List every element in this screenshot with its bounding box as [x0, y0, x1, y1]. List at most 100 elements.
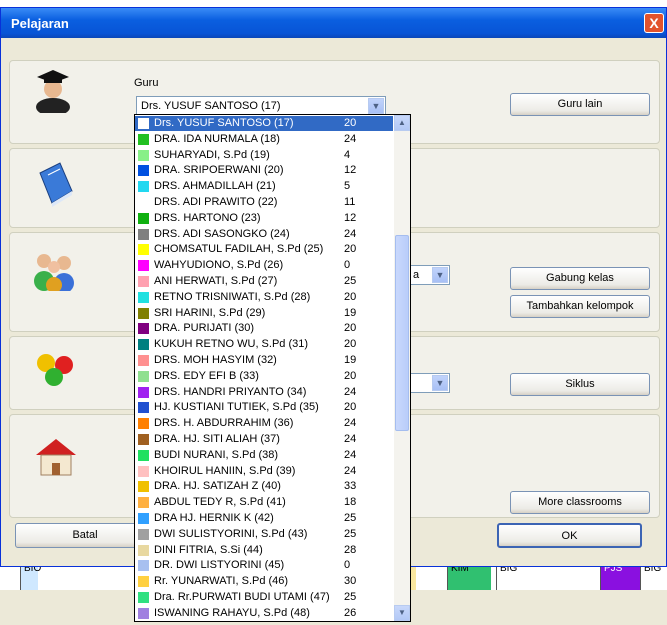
teacher-name: RETNO TRISNIWATI, S.Pd (28) — [154, 290, 311, 303]
teacher-count: 25 — [344, 512, 357, 524]
teacher-count: 25 — [344, 275, 357, 287]
teacher-option[interactable]: DRS. EDY EFI B (33) 20 — [135, 369, 393, 384]
teacher-name: DRS. EDY EFI B (33) — [154, 369, 259, 382]
class-combo[interactable]: a ▼ — [408, 265, 450, 285]
guru-lain-button[interactable]: Guru lain — [510, 93, 650, 116]
guru-label: Guru — [134, 77, 159, 89]
teacher-count: 24 — [344, 385, 357, 398]
teacher-option[interactable]: DRA HJ. HERNIK K (42) 25 — [135, 511, 393, 526]
teacher-option[interactable]: DRS. H. ABDURRAHIM (36) 24 — [135, 416, 393, 431]
color-swatch — [138, 560, 149, 572]
color-swatch — [138, 576, 149, 588]
teacher-count: 20 — [344, 338, 357, 351]
color-swatch — [138, 165, 149, 177]
more-classrooms-button[interactable]: More classrooms — [510, 491, 650, 514]
scroll-down-icon[interactable]: ▼ — [394, 605, 410, 621]
teacher-name: DRA. HJ. SITI ALIAH (37) — [154, 433, 280, 445]
color-swatch — [138, 244, 149, 256]
teacher-count: 19 — [344, 306, 357, 319]
teacher-name: Drs. YUSUF SANTOSO (17) — [154, 117, 294, 129]
teacher-count: 24 — [344, 433, 357, 445]
teacher-count: 24 — [344, 448, 357, 461]
teacher-option[interactable]: HJ. KUSTIANI TUTIEK, S.Pd (35) 20 — [135, 400, 393, 415]
teacher-option[interactable]: Rr. YUNARWATI, S.Pd (46) 30 — [135, 574, 393, 589]
teacher-option[interactable]: DWI SULISTYORINI, S.Pd (43) 25 — [135, 527, 393, 542]
teacher-count: 20 — [344, 243, 357, 256]
teacher-name: DRS. H. ABDURRAHIM (36) — [154, 417, 294, 430]
teacher-count: 24 — [344, 132, 357, 145]
teacher-option[interactable]: Dra. Rr.PURWATI BUDI UTAMI (47) 25 — [135, 590, 393, 605]
teacher-option[interactable]: DRA. PURIJATI (30) 20 — [135, 321, 393, 336]
teacher-count: 19 — [344, 354, 357, 366]
color-swatch — [138, 260, 149, 272]
teacher-option[interactable]: DRS. MOH HASYIM (32) 19 — [135, 353, 393, 368]
gabung-kelas-button[interactable]: Gabung kelas — [510, 267, 650, 290]
teacher-option[interactable]: DRS. ADI SASONGKO (24) 24 — [135, 227, 393, 242]
teacher-option[interactable]: KUKUH RETNO WU, S.Pd (31) 20 — [135, 337, 393, 352]
teacher-option[interactable]: Drs. YUSUF SANTOSO (17) 20 — [135, 116, 393, 131]
color-swatch — [138, 528, 149, 540]
teacher-option[interactable]: DR. DWI LISTYORINI (45) 0 — [135, 558, 393, 573]
graduate-icon — [36, 70, 70, 113]
teacher-option[interactable]: DRA. SRIPOERWANI (20) 12 — [135, 163, 393, 178]
teacher-name: BUDI NURANI, S.Pd (38) — [154, 448, 279, 461]
title-bar[interactable]: Pelajaran X — [1, 8, 666, 38]
color-swatch — [138, 339, 149, 351]
guru-combo[interactable]: Drs. YUSUF SANTOSO (17) ▼ — [136, 96, 386, 116]
teacher-option[interactable]: DRA. HJ. SATIZAH Z (40) 33 — [135, 479, 393, 494]
scrollbar[interactable]: ▲ ▼ — [394, 115, 410, 621]
teacher-option[interactable]: RETNO TRISNIWATI, S.Pd (28) 20 — [135, 290, 393, 305]
teacher-option[interactable]: DRS. HANDRI PRIYANTO (34) 24 — [135, 385, 393, 400]
teacher-count: 24 — [344, 227, 357, 240]
teacher-option[interactable]: DRS. HARTONO (23) 12 — [135, 211, 393, 226]
teacher-option[interactable]: DRA. HJ. SITI ALIAH (37) 24 — [135, 432, 393, 447]
scroll-up-icon[interactable]: ▲ — [394, 115, 410, 131]
teacher-name: DRA. SRIPOERWANI (20) — [154, 164, 284, 177]
chevron-down-icon[interactable]: ▼ — [432, 375, 448, 391]
color-swatch — [138, 276, 149, 287]
color-swatch — [138, 118, 149, 129]
teacher-option[interactable]: DRA. IDA NURMALA (18) 24 — [135, 132, 393, 147]
teacher-name: ANI HERWATI, S.Pd (27) — [154, 275, 278, 287]
color-swatch — [138, 181, 149, 193]
teacher-option[interactable]: KHOIRUL HANIIN, S.Pd (39) 24 — [135, 464, 393, 479]
chevron-down-icon[interactable]: ▼ — [432, 267, 448, 283]
color-swatch — [138, 544, 149, 556]
teacher-option[interactable]: ANI HERWATI, S.Pd (27) 25 — [135, 274, 393, 289]
teacher-option[interactable]: CHOMSATUL FADILAH, S.Pd (25) 20 — [135, 242, 393, 257]
teacher-option[interactable]: DRS. ADI PRAWITO (22) 11 — [135, 195, 393, 210]
close-button[interactable]: X — [644, 13, 664, 33]
teacher-option[interactable]: SUHARYADI, S.Pd (19) 4 — [135, 148, 393, 163]
tambahkan-kelompok-button[interactable]: Tambahkan kelompok — [510, 295, 650, 318]
color-swatch — [138, 323, 149, 335]
timetable-cell: BIG — [640, 563, 667, 593]
teacher-count: 12 — [344, 164, 357, 177]
teacher-option[interactable]: SRI HARINI, S.Pd (29) 19 — [135, 306, 393, 321]
window-title: Pelajaran — [11, 16, 69, 31]
teacher-count: 33 — [344, 480, 357, 493]
guru-dropdown-list[interactable]: Drs. YUSUF SANTOSO (17) 20 DRA. IDA NURMAL… — [134, 114, 411, 622]
teacher-name: DRA HJ. HERNIK K (42) — [154, 512, 274, 524]
teacher-count: 26 — [344, 606, 357, 619]
chevron-down-icon[interactable]: ▼ — [368, 98, 384, 114]
ok-button[interactable]: OK — [497, 523, 642, 548]
teacher-count: 20 — [344, 290, 357, 303]
color-swatch — [138, 592, 149, 603]
teacher-count: 20 — [344, 117, 357, 129]
color-swatch — [138, 418, 149, 430]
color-swatch — [138, 449, 149, 461]
siklus-button[interactable]: Siklus — [510, 373, 650, 396]
scrollbar-thumb[interactable] — [395, 235, 409, 431]
teacher-option[interactable]: ABDUL TEDY R, S.Pd (41) 18 — [135, 495, 393, 510]
teacher-option[interactable]: ISWANING RAHAYU, S.Pd (48) 26 — [135, 606, 393, 621]
teacher-option[interactable]: DINI FITRIA, S.Si (44) 28 — [135, 543, 393, 558]
teacher-count: 25 — [344, 527, 357, 540]
people-icon — [34, 254, 74, 291]
teacher-option[interactable]: DRS. AHMADILLAH (21) 5 — [135, 179, 393, 194]
teacher-name: Dra. Rr.PURWATI BUDI UTAMI (47) — [154, 591, 330, 603]
teacher-count: 4 — [344, 148, 351, 161]
teacher-name: SUHARYADI, S.Pd (19) — [154, 148, 270, 161]
cycle-combo[interactable]: ▼ — [408, 373, 450, 393]
teacher-option[interactable]: WAHYUDIONO, S.Pd (26) 0 — [135, 258, 393, 273]
teacher-option[interactable]: BUDI NURANI, S.Pd (38) 24 — [135, 448, 393, 463]
